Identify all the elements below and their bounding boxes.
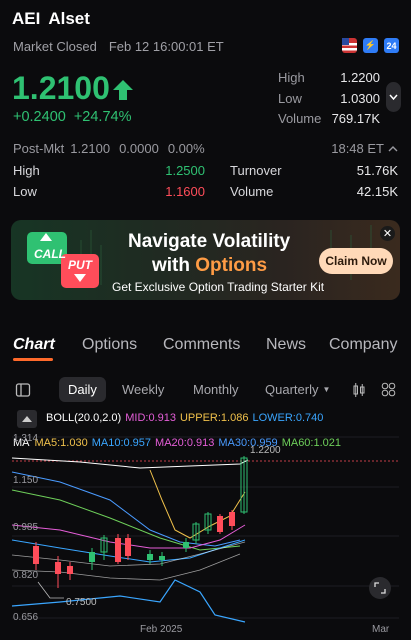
24h-badge-icon[interactable]: 24 <box>384 38 399 53</box>
active-tab-indicator <box>13 358 53 361</box>
banner-title-line2: with Options <box>152 255 267 277</box>
banner-title-highlight: Options <box>195 255 268 276</box>
period-quarterly[interactable]: Quarterly ▼ <box>265 377 330 402</box>
ticker-symbol: AEI <box>12 9 41 28</box>
low-value: 1.0300 <box>340 90 380 106</box>
market-badges: ⚡ 24 <box>342 38 399 53</box>
price-change: +0.2400 +24.74% <box>13 109 131 125</box>
ma5-line <box>149 469 246 539</box>
high-label: High <box>278 70 305 85</box>
y-tick-1: 1.314 <box>13 433 38 444</box>
turnover-label: Turnover <box>230 163 282 178</box>
caret-up-icon <box>22 416 32 422</box>
postmarket-change-pct: 0.00% <box>167 141 205 156</box>
postmarket-change: 0.0000 <box>119 141 159 156</box>
change-value: +0.2400 <box>13 109 66 125</box>
boll-label: BOLL(20.0,2.0) <box>46 412 122 424</box>
high-value: 1.2200 <box>340 70 380 85</box>
collapse-indicator-button[interactable] <box>17 410 37 428</box>
price-chart[interactable]: 1.2200 0.7500 1.314 1.150 0.985 0.820 0.… <box>0 430 411 640</box>
tab-chart[interactable]: Chart <box>13 336 55 361</box>
low-annotation: 0.7500 <box>66 597 97 608</box>
boll-upper-line <box>11 457 249 469</box>
put-down-arrow-icon <box>74 274 86 282</box>
postmarket-time: 18:48 ET <box>331 141 384 156</box>
postmarket-time-toggle[interactable]: 18:48 ET <box>331 141 399 156</box>
call-up-arrow-icon <box>40 233 52 241</box>
close-icon[interactable]: ✕ <box>380 226 395 241</box>
pm-low-label: Low <box>13 184 37 199</box>
postmarket-label: Post-Mkt <box>13 141 65 156</box>
period-daily[interactable]: Daily <box>59 377 106 402</box>
period-weekly[interactable]: Weekly <box>122 377 164 402</box>
candle-type-icon[interactable] <box>352 377 366 402</box>
postmarket-line: Post-Mkt 1.2100 0.0000 0.00% 18:48 ET <box>13 141 399 156</box>
y-tick-5: 0.656 <box>13 612 38 623</box>
market-status-line: Market Closed Feb 12 16:00:01 ET <box>13 39 224 54</box>
pm-low-value: 1.1600 <box>165 184 205 199</box>
market-status: Market Closed <box>13 39 97 54</box>
call-label: CALL <box>34 247 66 261</box>
turnover-value: 51.76K <box>356 163 398 178</box>
us-flag-icon <box>342 38 357 53</box>
y-tick-4: 0.820 <box>13 570 38 581</box>
x-tick-1: Feb 2025 <box>140 624 183 635</box>
high-annotation: 1.2200 <box>250 445 281 456</box>
pm-high-value: 1.2500 <box>165 163 205 178</box>
change-percent: +24.74% <box>73 109 132 125</box>
chevron-up-icon <box>388 145 398 151</box>
pm-high-label: High <box>13 163 40 178</box>
tab-chart-label: Chart <box>13 336 55 353</box>
x-tick-2: Mar <box>372 624 390 635</box>
postmarket-stats: High 1.2500 Turnover 51.76K Low 1.1600 V… <box>13 163 398 205</box>
banner-title-prefix: with <box>152 255 196 276</box>
postmarket-price: 1.2100 <box>70 141 111 156</box>
tab-options[interactable]: Options <box>82 336 137 354</box>
last-price: 1.2100 <box>12 70 110 106</box>
y-tick-3: 0.985 <box>13 522 38 533</box>
volume-value: 769.17K <box>331 111 380 126</box>
banner-subtitle: Get Exclusive Option Trading Starter Kit <box>112 280 325 294</box>
tab-news[interactable]: News <box>266 336 306 354</box>
volume-label: Volume <box>278 111 322 126</box>
low-label: Low <box>278 90 302 106</box>
stock-title: AEI Alset <box>12 9 90 29</box>
boll-lower: LOWER:0.740 <box>252 412 324 424</box>
claim-now-button[interactable]: Claim Now <box>319 248 393 274</box>
boll-mid: MID:0.913 <box>125 412 176 424</box>
chart-expand-icon[interactable] <box>369 577 391 599</box>
tab-company[interactable]: Company <box>329 336 397 354</box>
stock-tabs: Chart Options Comments News Company <box>13 336 411 364</box>
boll-upper: UPPER:1.086 <box>179 412 249 424</box>
chevron-down-icon <box>389 94 398 101</box>
day-stats: High 1.2200 Low 1.0300 Volume 769.17K <box>278 70 380 132</box>
caret-down-icon: ▼ <box>322 385 331 394</box>
quote-timestamp: Feb 12 16:00:01 ET <box>108 39 224 54</box>
expand-stats-button[interactable] <box>386 82 401 112</box>
ma30-line <box>11 471 241 547</box>
y-tick-2: 1.150 <box>13 475 38 486</box>
tab-comments[interactable]: Comments <box>163 336 240 354</box>
up-arrow-icon <box>112 80 134 105</box>
pm-volume-label: Volume <box>230 184 274 199</box>
period-monthly[interactable]: Monthly <box>193 377 239 402</box>
boll-indicator-line: BOLL(20.0,2.0) MID:0.913 UPPER:1.086 LOW… <box>46 412 323 424</box>
lightning-icon[interactable]: ⚡ <box>363 38 378 53</box>
period-selector: Daily Weekly Monthly Quarterly ▼ <box>0 374 411 404</box>
fullscreen-toggle-icon[interactable] <box>15 377 31 402</box>
put-label: PUT <box>68 258 92 272</box>
grid-layout-icon[interactable] <box>381 377 396 402</box>
pm-volume-value: 42.15K <box>356 184 398 199</box>
banner-title-line1: Navigate Volatility <box>128 231 291 252</box>
company-name: Alset <box>48 9 90 28</box>
period-quarterly-label: Quarterly <box>265 382 319 397</box>
